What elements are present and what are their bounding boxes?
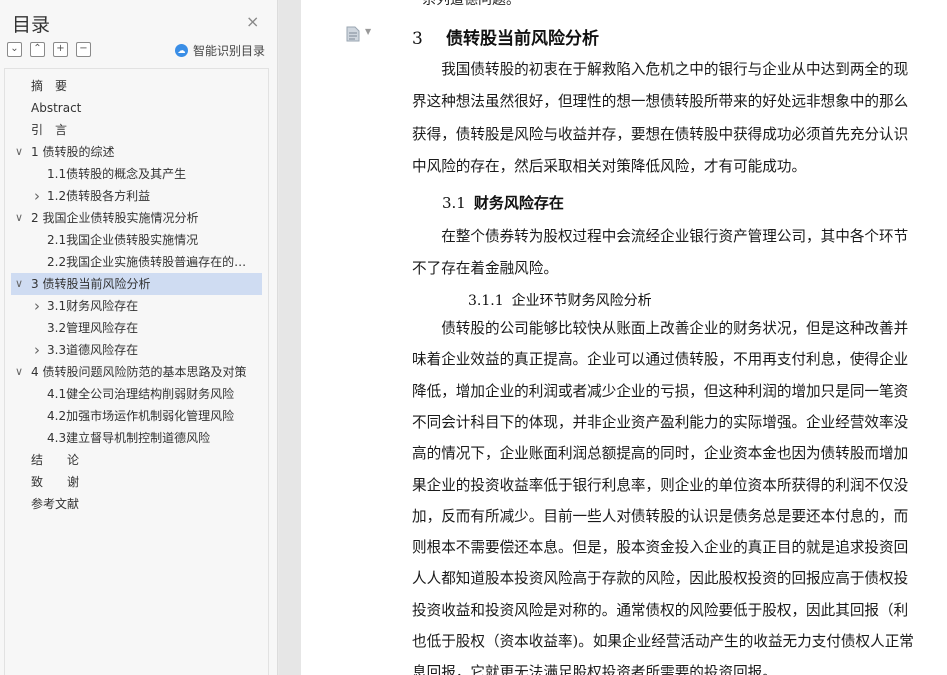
toc-sidebar: 目录 × ⌄ ⌃ + − ☁ 智能识别目录 摘 要 Abstract 引 言 ∨ 1 债… (0, 0, 278, 675)
heading-text: 企业环节财务风险分析 (511, 293, 652, 309)
heading-number: 3.1 (442, 194, 466, 212)
toc-item[interactable]: 2.2我国企业实施债转股普遍存在的问题 (11, 251, 262, 273)
toc-item-label: 引 言 (31, 123, 68, 137)
toc-item[interactable]: Abstract (11, 97, 262, 119)
chevron-down-icon[interactable]: ∨ (13, 361, 25, 383)
collapse-all-icon[interactable]: ⌄ (7, 42, 22, 57)
heading-number: 3.1.1 (468, 293, 504, 309)
toc-item-label: 4.2加强市场运作机制弱化管理风险 (47, 409, 235, 423)
toc-item[interactable]: ∨ 3 债转股当前风险分析 (11, 273, 262, 295)
heading-1: 3 债转股当前风险分析 (412, 24, 599, 49)
paragraph-line: 一系列道德问题。 (408, 0, 520, 8)
toc-item-label: 1 债转股的综述 (31, 145, 115, 159)
paragraph-line: 中风险的存在，然后采取相关对策降低风险，才有可能成功。 (412, 158, 807, 176)
smart-toc-label: 智能识别目录 (193, 44, 266, 58)
heading-3: 3.1.1 企业环节财务风险分析 (468, 290, 652, 310)
toc-item-label: 3.1财务风险存在 (47, 299, 139, 313)
toc-item-label: 2.2我国企业实施债转股普遍存在的问题 (47, 255, 256, 269)
paragraph-line: 味着企业效益的真正提高。企业可以通过债转股，不用再支付利息，使得企业 (412, 351, 909, 369)
toc-item[interactable]: 引 言 (11, 119, 262, 141)
smart-toc-button[interactable]: ☁ 智能识别目录 (175, 42, 265, 59)
toc-item[interactable]: ∨ 4 债转股问题风险防范的基本思路及对策 (11, 361, 262, 383)
chevron-down-icon[interactable]: ∨ (13, 273, 25, 295)
toc-item-label: 致 谢 (31, 475, 80, 489)
chevron-right-icon[interactable]: › (31, 295, 43, 317)
close-icon[interactable]: × (246, 12, 259, 31)
remove-heading-icon[interactable]: − (76, 42, 91, 57)
expand-all-icon[interactable]: ⌃ (30, 42, 45, 57)
sidebar-title: 目录 (12, 14, 51, 36)
chevron-down-icon[interactable]: ∨ (13, 141, 25, 163)
toc-item[interactable]: 致 谢 (11, 471, 262, 493)
chevron-right-icon[interactable]: › (31, 185, 43, 207)
toc-item[interactable]: 4.3建立督导机制控制道德风险 (11, 427, 262, 449)
toc-item[interactable]: › 3.3道德风险存在 (11, 339, 262, 361)
toc-item-label: 2 我国企业债转股实施情况分析 (31, 211, 199, 225)
page-gutter (279, 0, 301, 675)
toc-toolbar: ⌄ ⌃ + − (7, 42, 91, 58)
toc-item[interactable]: › 1.2债转股各方利益 (11, 185, 262, 207)
toc-item-label: 4 债转股问题风险防范的基本思路及对策 (31, 365, 247, 379)
toc-item-label: 3 债转股当前风险分析 (31, 277, 151, 291)
paragraph-line: 高的情况下，企业账面利润总额提高的同时，企业资本金也因为债转股而增加 (412, 445, 909, 463)
toc-item[interactable]: › 3.1财务风险存在 (11, 295, 262, 317)
paragraph-line: 果企业的投资收益率低于银行利息率，则企业的单位资本所获得的利润不仅没 (412, 476, 909, 494)
toc-item-label: Abstract (31, 101, 82, 115)
add-heading-icon[interactable]: + (53, 42, 68, 57)
toc-item-label: 摘 要 (31, 79, 68, 93)
toc-item[interactable]: 摘 要 (11, 75, 262, 97)
paragraph-line: 不了存在着金融风险。 (412, 260, 558, 277)
heading-number: 3 (412, 29, 423, 49)
document-icon[interactable] (346, 26, 360, 46)
paragraph-line: 则根本不需要偿还本息。但是，股本资金投入企业的真正目的就是追求投资回 (412, 539, 909, 557)
paragraph-line: 加，反而有所减少。目前一些人对债转股的认识是债务总是要还本付息的，而 (412, 507, 909, 525)
paragraph-line: 息回报，它就更无法满足股权投资者所需要的投资回报。 (412, 664, 777, 675)
paragraph-line: 也低于股权（资本收益率)。如果企业经营活动产生的收益无力支付债权人正常 (412, 633, 914, 650)
toc-item[interactable]: 1.1债转股的概念及其产生 (11, 163, 262, 185)
toc-item[interactable]: 2.1我国企业债转股实施情况 (11, 229, 262, 251)
toc-item[interactable]: 4.1健全公司治理结构削弱财务风险 (11, 383, 262, 405)
paragraph-line: 获得，债转股是风险与收益并存，要想在债转股中获得成功必须首先充分认识 (412, 125, 909, 143)
paragraph-line: 债转股的公司能够比较快从账面上改善企业的财务状况，但是这种改善并 (412, 320, 909, 337)
toc-item[interactable]: 3.2管理风险存在 (11, 317, 262, 339)
toc-item-label: 3.2管理风险存在 (47, 321, 139, 335)
toc-item-label: 结 论 (31, 453, 80, 467)
toc-item-label: 1.1债转股的概念及其产生 (47, 167, 187, 181)
toc-item-label: 3.3道德风险存在 (47, 343, 139, 357)
toc-item-label: 2.1我国企业债转股实施情况 (47, 233, 199, 247)
chevron-down-icon[interactable]: ∨ (13, 207, 25, 229)
toc-list: 摘 要 Abstract 引 言 ∨ 1 债转股的综述 1.1债转股的概念及其产生 › 1.2… (4, 68, 269, 675)
heading-2: 3.1 财务风险存在 (442, 192, 564, 213)
paragraph-line: 我国债转股的初衷在于解救陷入危机之中的银行与企业从中达到两全的现 (412, 61, 909, 78)
dropdown-arrow-icon[interactable]: ▼ (365, 27, 371, 36)
paragraph-line: 投资收益和投资风险是对称的。通常债权的风险要低于股权，因此其回报（利 (412, 601, 909, 619)
toc-item[interactable]: ∨ 2 我国企业债转股实施情况分析 (11, 207, 262, 229)
paragraph-line: 不同会计科目下的体现，并非企业资产盈利能力的实际增强。企业经营效率没 (412, 413, 909, 431)
toc-item[interactable]: 结 论 (11, 449, 262, 471)
chevron-right-icon[interactable]: › (31, 339, 43, 361)
paragraph-line: 人人都知道股本投资风险高于存款的风险，因此股权投资的回报应高于债权投 (412, 570, 909, 588)
toc-item-label: 1.2债转股各方利益 (47, 189, 151, 203)
cloud-icon: ☁ (175, 44, 188, 57)
toc-item[interactable]: 参考文献 (11, 493, 262, 515)
toc-item-label: 4.1健全公司治理结构削弱财务风险 (47, 387, 235, 401)
toc-item-label: 参考文献 (31, 497, 80, 511)
paragraph-line: 界这种想法虽然很好，但理性的想一想债转股所带来的好处远非想象中的那么 (412, 93, 909, 111)
heading-text: 债转股当前风险分析 (446, 29, 599, 49)
heading-text: 财务风险存在 (473, 194, 564, 212)
toc-item-label: 4.3建立督导机制控制道德风险 (47, 431, 211, 445)
paragraph-line: 在整个债券转为股权过程中会流经企业银行资产管理公司，其中各个环节 (412, 228, 909, 245)
toc-item[interactable]: 4.2加强市场运作机制弱化管理风险 (11, 405, 262, 427)
document-page[interactable]: 一系列道德问题。 ▼ 3 债转股当前风险分析 3.1 财务风险存在 3.1.1 企业环… (301, 0, 947, 675)
toc-item[interactable]: ∨ 1 债转股的综述 (11, 141, 262, 163)
paragraph-line: 降低，增加企业的利润或者减少企业的亏损，但这种利润的增加只是同一笔资 (412, 382, 909, 400)
